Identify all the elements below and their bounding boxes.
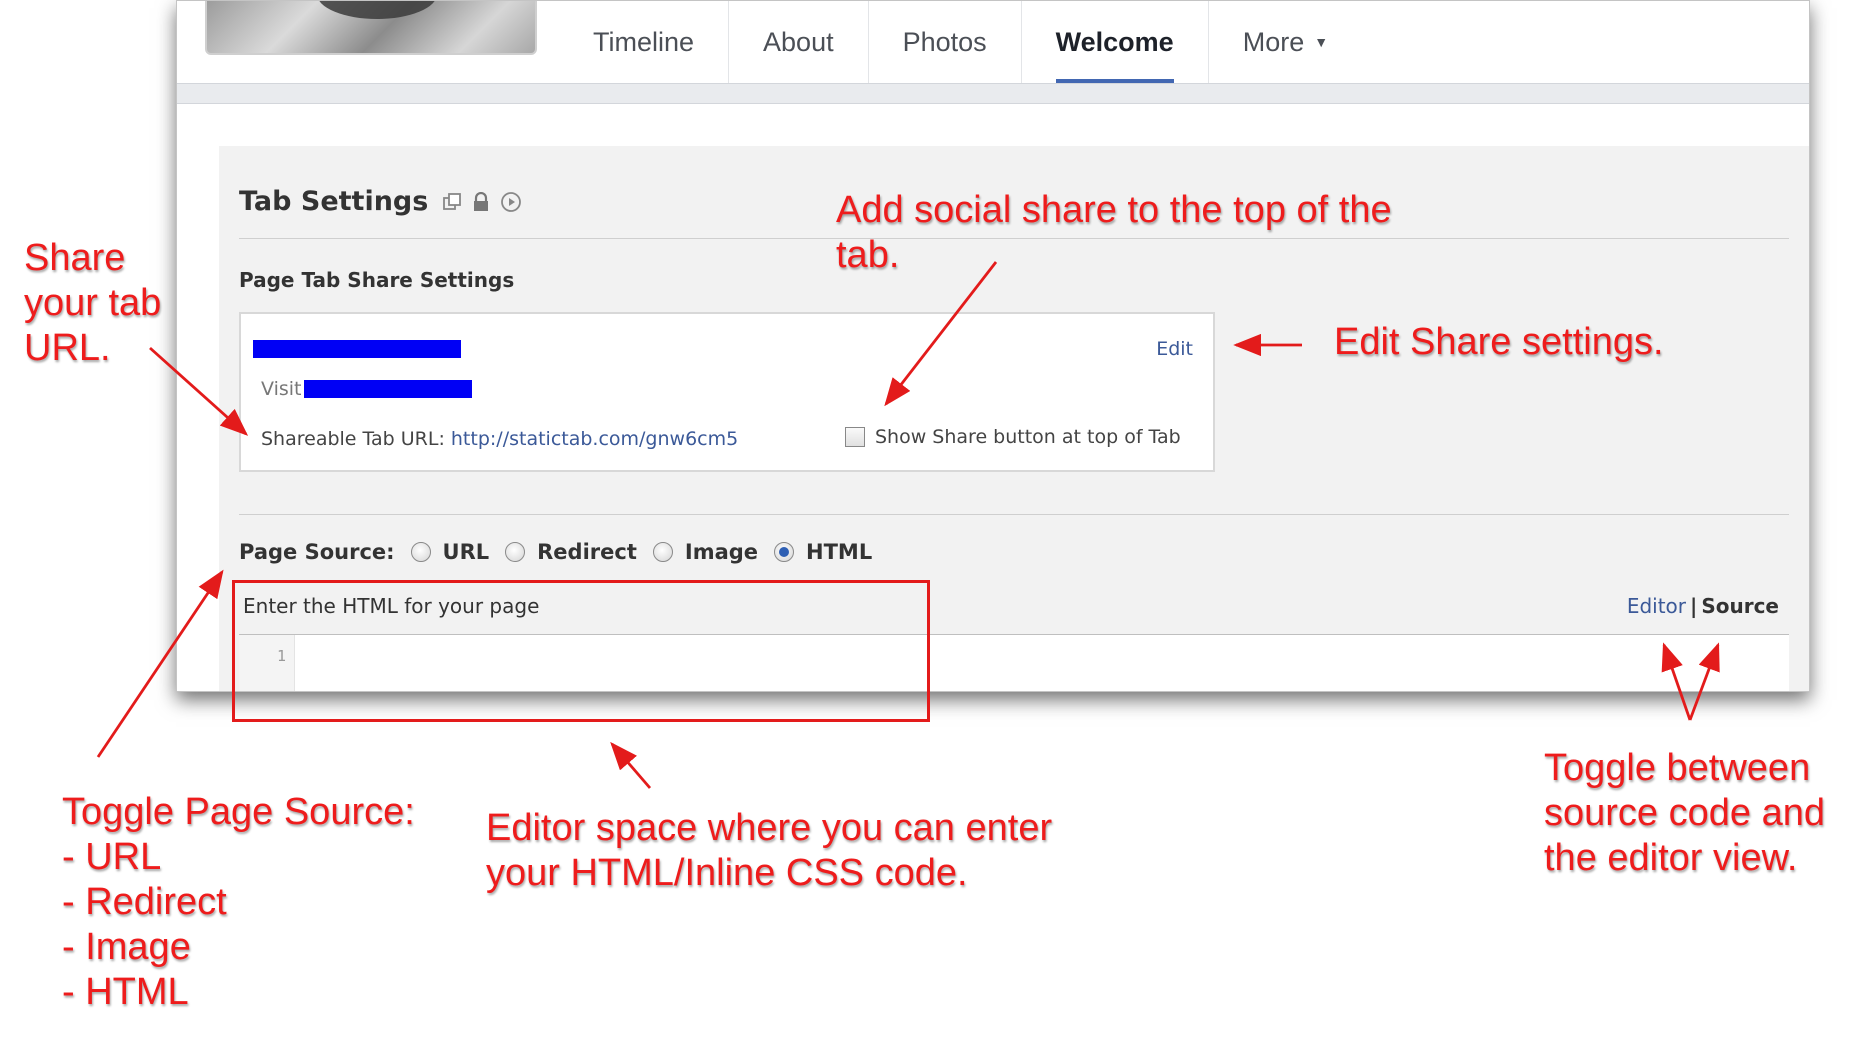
- arrow-share-url: [149, 346, 249, 436]
- arrow-social-share: [884, 261, 998, 407]
- annotated-screenshot: Timeline About Photos Welcome More ▼ Tab …: [0, 0, 1849, 1063]
- annotation-social-share: Add social share to the top of the tab.: [836, 189, 1392, 276]
- annotation-toggle-view: Toggle between source code and the edito…: [1544, 747, 1825, 879]
- annotation-editor-space: Editor space where you can enter your HT…: [486, 807, 1053, 894]
- arrow-toggle-source: [1688, 642, 1720, 721]
- arrow-page-source: [96, 569, 224, 758]
- arrow-toggle-editor: [1661, 642, 1692, 721]
- arrow-editor-space: [610, 741, 652, 789]
- annotation-toggle-source: Toggle Page Source: - URL - Redirect - I…: [62, 791, 415, 1013]
- annotation-edit-share: Edit Share settings.: [1334, 321, 1664, 363]
- annotation-share-url: Share your tab URL.: [24, 237, 162, 369]
